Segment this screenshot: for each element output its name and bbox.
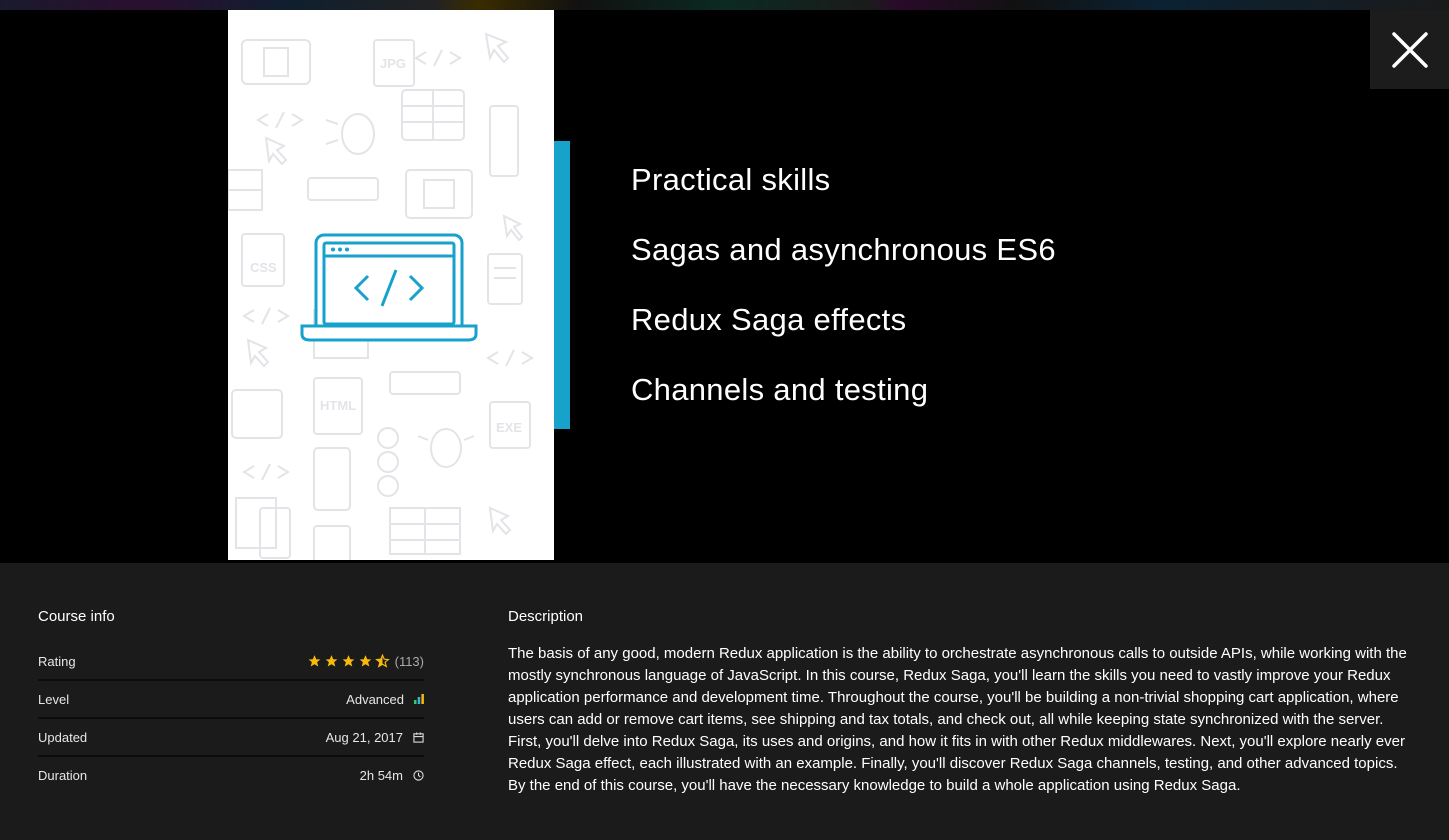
level-row: Level Advanced: [38, 681, 424, 719]
star-full-icon: [308, 655, 320, 667]
background-strip: [0, 0, 1449, 10]
rating-row: Rating (113): [38, 643, 424, 681]
rating-label: Rating: [38, 653, 76, 669]
updated-label: Updated: [38, 729, 88, 745]
course-details-panel: Course info Rating (113) Level Advanced …: [0, 563, 1449, 840]
rating-stars: [307, 654, 390, 668]
description-title: Description: [508, 608, 584, 625]
duration-label: Duration: [38, 767, 88, 783]
calendar-icon: [413, 731, 424, 743]
description-section: Description The basis of any good, moder…: [508, 608, 1414, 797]
star-half-icon: [374, 654, 390, 668]
video-player[interactable]: JPG CSS HTML EXE Practical skills Sagas …: [0, 10, 1449, 563]
level-value-wrap: Advanced: [346, 692, 424, 707]
star-full-icon: [325, 655, 337, 667]
level-value: Advanced: [346, 691, 404, 707]
slide-illustration: JPG CSS HTML EXE: [228, 10, 554, 560]
duration-value-wrap: 2h 54m: [360, 768, 424, 783]
course-info-section: Course info Rating (113) Level Advanced …: [38, 608, 424, 793]
clock-icon: [413, 769, 424, 781]
duration-row: Duration 2h 54m: [38, 757, 424, 793]
updated-value: Aug 21, 2017: [325, 729, 403, 745]
updated-value-wrap: Aug 21, 2017: [326, 730, 424, 745]
laptop-code-icon: [300, 233, 478, 342]
close-button[interactable]: [1370, 10, 1449, 89]
slide-topic: Channels and testing: [631, 372, 929, 407]
duration-value: 2h 54m: [359, 767, 403, 783]
slide-topic-list: Practical skills Sagas and asynchronous …: [631, 158, 1056, 438]
rating-count: (113): [394, 653, 424, 669]
updated-row: Updated Aug 21, 2017: [38, 719, 424, 757]
accent-bar: [554, 141, 570, 429]
description-text: The basis of any good, modern Redux appl…: [508, 645, 1407, 794]
close-icon: [1391, 31, 1428, 68]
level-label: Level: [38, 691, 70, 707]
level-bars-icon: [414, 694, 424, 704]
slide-topic: Practical skills: [631, 162, 831, 197]
course-info-title: Course info: [38, 608, 115, 625]
slide-topic: Sagas and asynchronous ES6: [631, 232, 1056, 267]
slide-topic: Redux Saga effects: [631, 302, 907, 337]
rating-value: (113): [307, 654, 424, 669]
star-full-icon: [342, 655, 354, 667]
star-full-icon: [359, 655, 371, 667]
